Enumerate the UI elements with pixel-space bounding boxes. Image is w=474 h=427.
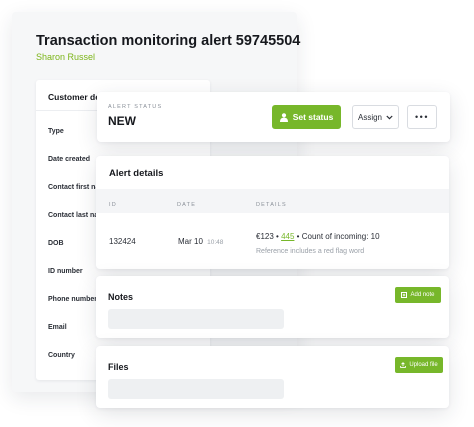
files-heading: Files xyxy=(108,362,129,372)
column-header-id: ID xyxy=(109,202,117,208)
files-placeholder xyxy=(108,379,284,399)
column-header-date: DATE xyxy=(177,202,197,208)
more-icon: ••• xyxy=(415,112,429,122)
assign-label: Assign xyxy=(357,112,382,122)
row-details: €123 • 445 • Count of incoming: 10 xyxy=(256,232,380,241)
row-subtext: Reference includes a red flag word xyxy=(256,248,365,255)
separator: • xyxy=(276,232,279,241)
files-card: Files Upload file xyxy=(96,346,449,408)
column-header-details: DETAILS xyxy=(256,202,287,208)
notes-placeholder xyxy=(108,309,284,329)
set-status-label: Set status xyxy=(292,112,334,122)
field-label-country: Country xyxy=(48,352,75,359)
notes-card: Notes Add note xyxy=(96,276,449,338)
note-icon xyxy=(401,292,408,298)
row-date: Mar 10 10:48 xyxy=(178,237,223,246)
row-link[interactable]: 445 xyxy=(281,232,294,241)
chevron-down-icon xyxy=(386,115,393,120)
add-note-label: Add note xyxy=(410,292,435,298)
field-label-phone-number: Phone number xyxy=(48,296,98,303)
field-label-email: Email xyxy=(48,324,67,331)
add-note-button[interactable]: Add note xyxy=(395,287,441,303)
alert-status-value: NEW xyxy=(108,114,136,128)
separator: • xyxy=(296,232,300,241)
row-date-time: 10:48 xyxy=(207,239,224,246)
assign-dropdown[interactable]: Assign xyxy=(352,105,399,129)
field-label-contact-last-name: Contact last nar xyxy=(48,212,101,219)
row-amount: €123 xyxy=(256,232,274,241)
user-icon xyxy=(279,112,288,122)
upload-icon xyxy=(400,362,407,368)
customer-details-heading: Customer de xyxy=(48,92,100,102)
alert-details-card: Alert details ID DATE DETAILS 132424 Mar… xyxy=(96,156,449,269)
customer-name[interactable]: Sharon Russel xyxy=(36,52,95,62)
alert-status-label: ALERT STATUS xyxy=(108,104,163,110)
set-status-button[interactable]: Set status xyxy=(272,105,341,129)
page-title: Transaction monitoring alert 59745504 xyxy=(36,33,301,49)
row-count: Count of incoming: 10 xyxy=(301,232,380,241)
row-date-day: Mar 10 xyxy=(178,237,203,246)
row-id: 132424 xyxy=(109,237,136,246)
alert-details-heading: Alert details xyxy=(109,168,164,179)
field-label-contact-first-name: Contact first nar xyxy=(48,184,103,191)
upload-file-button[interactable]: Upload file xyxy=(395,357,443,373)
alert-status-card: ALERT STATUS NEW Set status Assign ••• xyxy=(97,92,450,142)
field-label-dob: DOB xyxy=(48,240,64,247)
field-label-date-created: Date created xyxy=(48,156,91,163)
notes-heading: Notes xyxy=(108,292,134,302)
field-label-id-number: ID number xyxy=(48,268,83,275)
field-label-type: Type xyxy=(48,128,64,135)
more-options-button[interactable]: ••• xyxy=(407,105,437,129)
upload-file-label: Upload file xyxy=(409,362,438,368)
table-header: ID DATE DETAILS xyxy=(96,189,449,213)
